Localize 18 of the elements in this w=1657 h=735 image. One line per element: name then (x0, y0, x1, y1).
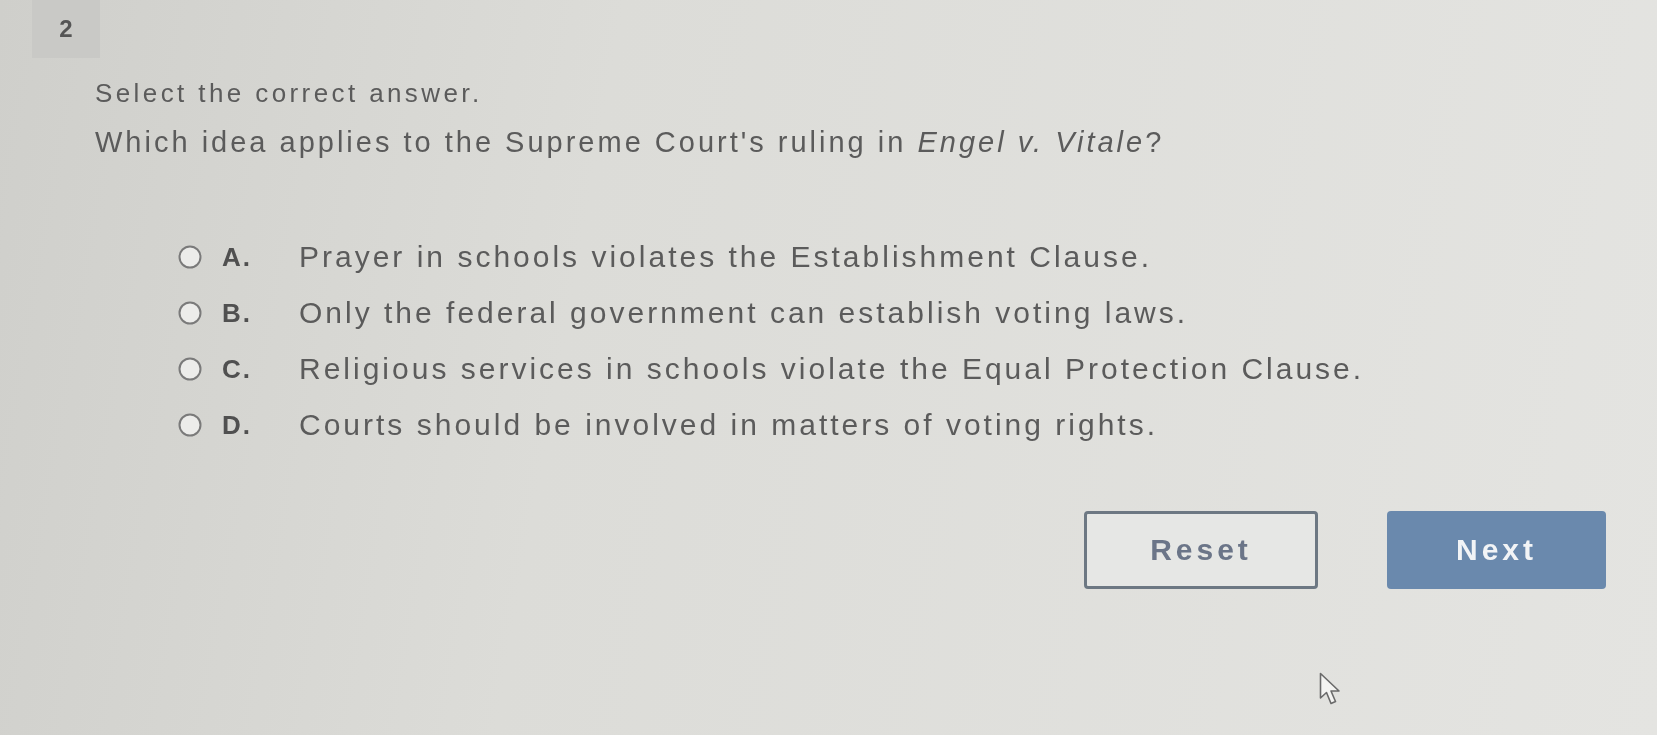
radio-button[interactable] (178, 301, 202, 325)
question-number: 2 (32, 0, 100, 58)
option-letter: A. (222, 241, 252, 272)
radio-button[interactable] (178, 413, 202, 437)
option-text[interactable]: Prayer in schools violates the Establishment Clause. (299, 240, 1152, 274)
option-letter: B. (222, 297, 252, 328)
next-button[interactable]: Next (1387, 511, 1606, 589)
option-letter: D. (222, 409, 252, 440)
radio-button[interactable] (178, 357, 202, 381)
option-text[interactable]: Courts should be involved in matters of voting rights. (299, 408, 1159, 442)
reset-button[interactable]: Reset (1084, 511, 1318, 589)
question-text: Which idea applies to the Supreme Court's ruling in Engel v. Vitale? (95, 125, 1165, 159)
radio-button[interactable] (178, 245, 202, 269)
option-letter: C. (222, 353, 252, 384)
option-text[interactable]: Religious services in schools violate the Equal Protection Clause. (299, 352, 1365, 386)
option-text[interactable]: Only the federal government can establish voting laws. (299, 296, 1189, 330)
mouse-pointer-icon (1319, 672, 1341, 706)
instruction-text: Select the correct answer. (95, 78, 483, 109)
